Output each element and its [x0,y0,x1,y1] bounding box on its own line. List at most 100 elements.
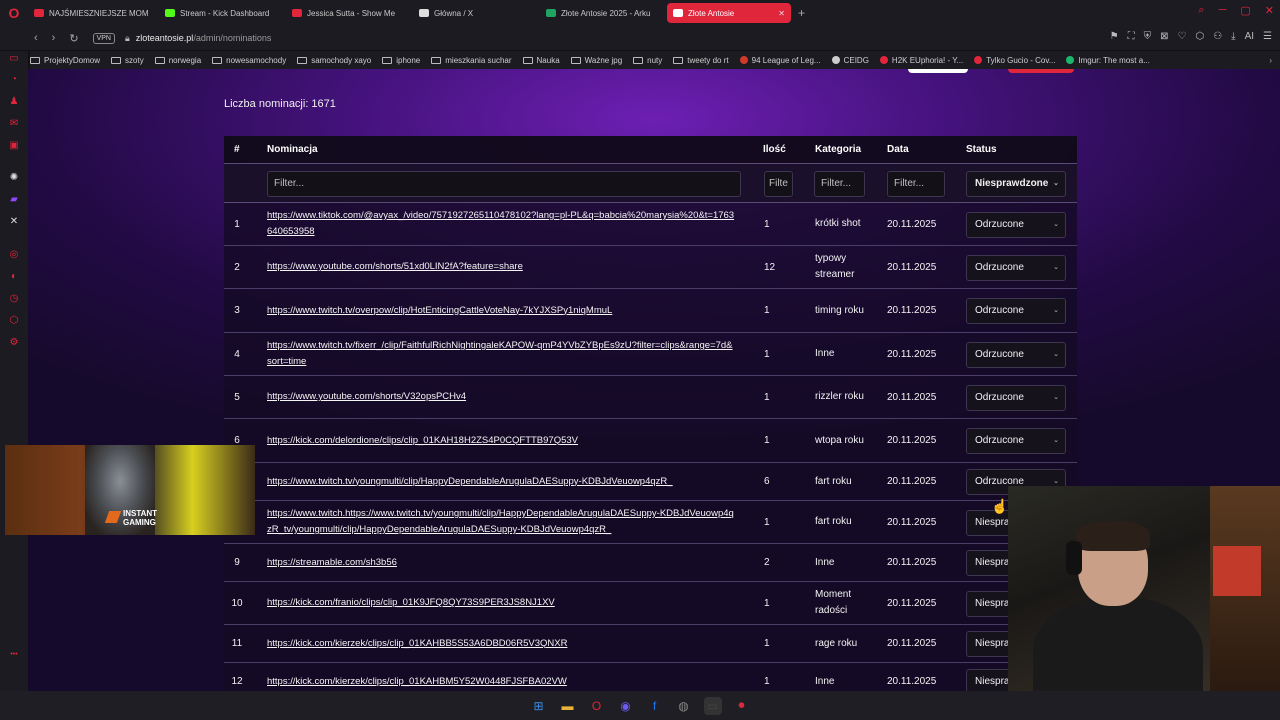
nomination-link[interactable]: https://www.youtube.com/shorts/V32opsPCH… [267,389,466,405]
bookmark-item[interactable]: iphone [382,56,420,65]
bookmark-item[interactable]: nowesamochody [212,56,286,65]
lock-icon[interactable]: 🔒︎ [125,33,130,44]
top-button-red[interactable] [1008,69,1074,73]
header-nominacja[interactable]: Nominacja [267,144,318,155]
status-select[interactable]: Odrzucone ⌄ [966,342,1066,368]
bookmark-item[interactable]: ProjektyDomow [30,56,100,65]
heart-icon[interactable]: ♡ [1177,31,1186,42]
bookmark-item[interactable]: szoty [111,56,144,65]
ai-icon[interactable]: AI [1245,31,1254,42]
reload-button[interactable]: ↻ [69,32,78,45]
sidebar-icon-4[interactable]: ✉ [8,118,20,130]
nomination-link[interactable]: https://kick.com/franio/clips/clip_01K9J… [267,595,555,611]
minimize-button[interactable]: ─ [1219,4,1227,17]
browser-tab[interactable]: Główna / X [413,3,537,23]
browser-tab[interactable]: Stream - Kick Dashboard [159,3,283,23]
sidebar-icon-8[interactable]: ⬡ [8,315,20,327]
nomination-cell: https://kick.com/kierzek/clips/clip_01KA… [267,663,737,691]
close-icon[interactable]: ⊠ [1160,31,1168,42]
bookmark-icon[interactable]: ⚑ [1110,31,1119,42]
status-select[interactable]: Odrzucone ⌄ [966,298,1066,324]
bookmark-item[interactable]: nuty [633,56,662,65]
header-status[interactable]: Status [966,144,997,155]
twitch-icon[interactable]: ▰ [8,194,20,206]
snapshot-icon[interactable]: ⛶ [1128,31,1135,42]
nomination-link[interactable]: https://kick.com/kierzek/clips/clip_01KA… [267,636,567,652]
opera-logo-icon[interactable]: O [0,0,28,26]
forward-button[interactable]: › [52,32,56,45]
browser-tab[interactable]: Jessica Sutta - Show Me [286,3,410,23]
sidebar-icon-3[interactable]: ♟ [8,96,20,108]
nomination-link[interactable]: https://kick.com/delordione/clips/clip_0… [267,433,578,449]
opera-icon[interactable]: O [588,697,606,715]
bookmark-item[interactable]: mieszkania suchar [431,56,512,65]
close-window-button[interactable]: ✕ [1265,4,1274,17]
sidebar-more-icon[interactable]: ••• [8,649,20,661]
obs-icon[interactable]: ⏺ [733,697,751,715]
nomination-link[interactable]: https://www.twitch.https://www.twitch.tv… [267,506,737,538]
search-tabs-icon[interactable]: ⌕ [1198,4,1204,17]
bookmark-item[interactable]: CEIDG [831,56,869,65]
url-field[interactable]: zloteantosie.pl/admin/nominations [136,33,272,43]
header-ilosc[interactable]: Ilość [763,144,786,155]
maximize-button[interactable]: ▢ [1240,4,1250,17]
nomination-link[interactable]: https://www.twitch.tv/fixerr_/clip/Faith… [267,338,737,370]
app-icon[interactable]: ◍ [675,697,693,715]
streamer-hair [1076,521,1150,551]
chatgpt-icon[interactable]: ✺ [8,172,20,184]
nomination-link[interactable]: https://streamable.com/sh3b56 [267,555,397,571]
windows-icon[interactable]: ⊞ [530,697,548,715]
browser-tab[interactable]: NAJŚMIESZNIEJSZE MOM [28,3,156,23]
bookmark-item[interactable]: H2K EUphoria! - Y... [879,56,963,65]
discord-icon[interactable]: ◉ [617,697,635,715]
header-data[interactable]: Data [887,144,909,155]
filter-ilosc-input[interactable]: Filte [764,171,793,197]
top-button-light[interactable] [908,69,968,73]
history-icon[interactable]: ◷ [8,293,20,305]
status-select[interactable]: Odrzucone ⌄ [966,255,1066,281]
bookmark-item[interactable]: Ważne jpg [570,56,622,65]
sidebar-icon-7[interactable]: ◐ [8,271,20,283]
nomination-link[interactable]: https://www.tiktok.com/@avyax_/video/757… [267,208,737,240]
x-icon[interactable]: ✕ [8,216,20,228]
nomination-link[interactable]: https://kick.com/kierzek/clips/clip_01KA… [267,674,567,690]
sidebar-icon-5[interactable]: ▣ [8,140,20,152]
filter-data-input[interactable]: Filter... [887,171,945,197]
status-select[interactable]: Odrzucone ⌄ [966,212,1066,238]
status-select[interactable]: Odrzucone ⌄ [966,385,1066,411]
bookmark-item[interactable]: Nauka [522,56,560,65]
header-kategoria[interactable]: Kategoria [815,144,861,155]
browser-tab[interactable]: Złote Antosie ✕ [667,3,791,23]
terminal-icon[interactable]: ▭ [703,696,722,715]
nomination-link[interactable]: https://www.twitch.tv/youngmulti/clip/Ha… [267,474,673,490]
bookmark-item[interactable]: samochody xayo [297,56,371,65]
shield-icon[interactable]: ⛨ [1144,31,1152,42]
bookmark-item[interactable]: norwegia [154,56,201,65]
profile-icon[interactable]: ⚇ [1213,31,1222,42]
explorer-icon[interactable]: ▬ [559,697,577,715]
bookmark-item[interactable]: 94 League of Leg... [739,56,821,65]
sidebar-icon-2[interactable]: ◔ [8,74,20,86]
bookmark-item[interactable]: Tylko Gucio - Cov... [974,56,1055,65]
filter-nominacja-input[interactable]: Filter... [267,171,741,197]
download-icon[interactable]: ⤓ [1231,31,1235,42]
close-tab-icon[interactable]: ✕ [772,9,785,18]
bookmarks-more-icon[interactable]: › [1269,56,1272,65]
back-button[interactable]: ‹ [34,32,38,45]
bookmark-item[interactable]: Imgur: The most a... [1066,56,1150,65]
filter-kategoria-input[interactable]: Filter... [814,171,865,197]
sidebar-icon-1[interactable]: ▭ [8,53,20,65]
settings-icon[interactable]: ⚙ [8,337,20,349]
menu-icon[interactable]: ☰ [1263,31,1272,42]
facebook-icon[interactable]: f [646,697,664,715]
bookmark-item[interactable]: tweety do rt [673,56,729,65]
filter-status-select[interactable]: Niesprawdzone ⌄ [966,171,1066,197]
sidebar-icon-6[interactable]: ◎ [8,249,20,261]
new-tab-button[interactable]: + [798,6,805,20]
nomination-link[interactable]: https://www.youtube.com/shorts/51xd0LIN2… [267,259,523,275]
vpn-badge[interactable]: VPN [92,32,115,44]
browser-tab[interactable]: Złote Antosie 2025 - Arku [540,3,664,23]
status-select[interactable]: Odrzucone ⌄ [966,428,1066,454]
nomination-link[interactable]: https://www.twitch.tv/overpow/clip/HotEn… [267,303,612,319]
extensions-icon[interactable]: ⬡ [1195,31,1204,42]
